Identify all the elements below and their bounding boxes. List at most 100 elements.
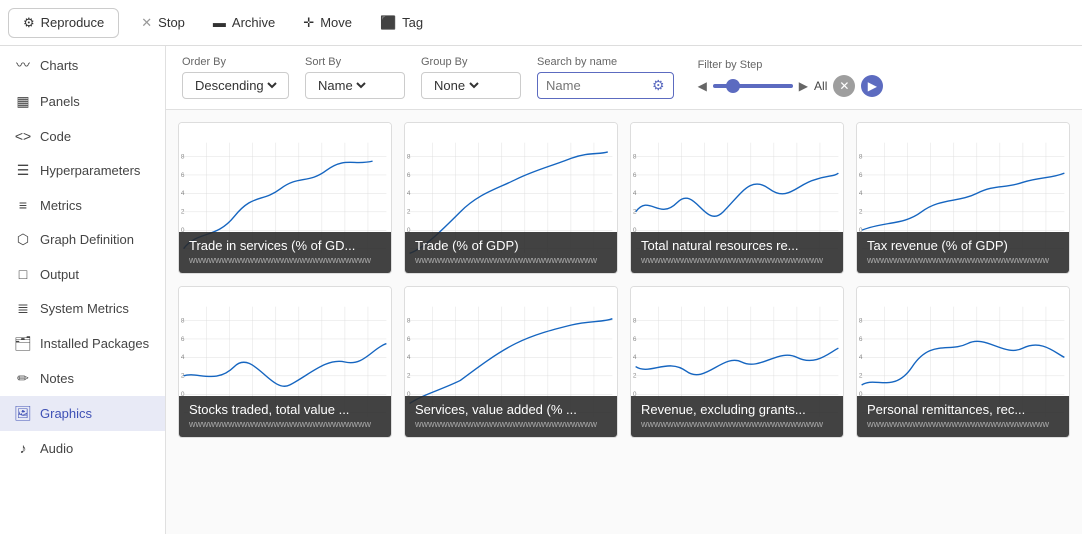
filter-bar: Order By Descending Ascending Sort By Na… bbox=[166, 46, 1082, 110]
chart-canvas: 8 6 4 2 0 Tax revenue (% of GDP) wwwwwww… bbox=[857, 123, 1069, 273]
tag-icon: ⬛ bbox=[380, 15, 396, 31]
step-slider[interactable] bbox=[713, 84, 793, 88]
chart-footer: Tax revenue (% of GDP) wwwwwwwwwwwwwwwww… bbox=[857, 232, 1069, 273]
sidebar-item-audio[interactable]: ♪ Audio bbox=[0, 431, 165, 465]
svg-text:8: 8 bbox=[181, 317, 185, 324]
chart-footer: Personal remittances, rec... wwwwwwwwwww… bbox=[857, 396, 1069, 437]
tag-button[interactable]: ⬛ Tag bbox=[366, 9, 437, 37]
sidebar-label-graphics: Graphics bbox=[40, 406, 92, 421]
stop-button[interactable]: ✕ Stop bbox=[127, 9, 199, 37]
order-by-label: Order By bbox=[182, 56, 289, 68]
sidebar-label-hyperparameters: Hyperparameters bbox=[40, 163, 140, 178]
chart-canvas: 8 6 4 2 0 Personal remittances, rec... w… bbox=[857, 287, 1069, 437]
chart-card[interactable]: 8 6 4 2 0 Trade in services (% of GD... … bbox=[178, 122, 392, 274]
search-input-wrap[interactable]: ⚙ bbox=[537, 72, 674, 99]
chart-card[interactable]: 8 6 4 2 0 Revenue, excluding grants... w… bbox=[630, 286, 844, 438]
chart-title: Trade in services (% of GD... bbox=[189, 238, 381, 253]
group-by-select-wrap[interactable]: None Type Tag bbox=[421, 72, 521, 99]
svg-text:4: 4 bbox=[181, 190, 185, 197]
chart-card[interactable]: 8 6 4 2 0 Trade (% of GDP) wwwwwwwwwwwww… bbox=[404, 122, 618, 274]
sidebar-item-output[interactable]: □ Output bbox=[0, 257, 165, 291]
svg-text:2: 2 bbox=[633, 209, 637, 216]
settings-icon[interactable]: ⚙ bbox=[652, 77, 665, 94]
sidebar-item-graphics[interactable]: 🖼 Graphics bbox=[0, 396, 165, 431]
move-icon: ✛ bbox=[303, 15, 314, 31]
chart-canvas: 8 6 4 2 0 Trade in services (% of GD... … bbox=[179, 123, 391, 273]
chart-footer: Total natural resources re... wwwwwwwwww… bbox=[631, 232, 843, 273]
chart-card[interactable]: 8 6 4 2 0 Services, value added (% ... w… bbox=[404, 286, 618, 438]
chart-canvas: 8 6 4 2 0 Trade (% of GDP) wwwwwwwwwwwww… bbox=[405, 123, 617, 273]
chart-canvas: 8 6 4 2 0 Total natural resources re... … bbox=[631, 123, 843, 273]
svg-text:8: 8 bbox=[633, 153, 637, 160]
sidebar-label-charts: Charts bbox=[40, 58, 78, 73]
svg-text:4: 4 bbox=[633, 354, 637, 361]
move-button[interactable]: ✛ Move bbox=[289, 9, 366, 37]
sidebar-item-charts[interactable]: 〰 Charts bbox=[0, 46, 165, 84]
sidebar-icon-graph-definition: ⬡ bbox=[14, 231, 32, 248]
sidebar-item-graph-definition[interactable]: ⬡ Graph Definition bbox=[0, 222, 165, 257]
sidebar-item-system-metrics[interactable]: ≣ System Metrics bbox=[0, 291, 165, 326]
chart-title: Stocks traded, total value ... bbox=[189, 402, 381, 417]
svg-text:6: 6 bbox=[181, 336, 185, 343]
step-right-arrow[interactable]: ▶ bbox=[799, 79, 808, 93]
chart-footer: Services, value added (% ... wwwwwwwwwww… bbox=[405, 396, 617, 437]
sidebar-item-code[interactable]: <> Code bbox=[0, 119, 165, 153]
sort-by-label: Sort By bbox=[305, 56, 405, 68]
chart-subtitle: wwwwwwwwwwwwwwwwwwwwwwwwwwww bbox=[189, 419, 381, 429]
group-by-label: Group By bbox=[421, 56, 521, 68]
order-by-select[interactable]: Descending Ascending bbox=[191, 77, 280, 94]
step-close-button[interactable]: ✕ bbox=[833, 75, 855, 97]
chart-card[interactable]: 8 6 4 2 0 Total natural resources re... … bbox=[630, 122, 844, 274]
sidebar-icon-system-metrics: ≣ bbox=[14, 300, 32, 317]
svg-text:4: 4 bbox=[181, 354, 185, 361]
toolbar: ⚙ Reproduce ✕ Stop ▬ Archive ✛ Move ⬛ Ta… bbox=[0, 0, 1082, 46]
sidebar-icon-metrics: ≡ bbox=[14, 197, 32, 213]
chart-card[interactable]: 8 6 4 2 0 Personal remittances, rec... w… bbox=[856, 286, 1070, 438]
sort-by-select[interactable]: Name Date Type bbox=[314, 77, 369, 94]
chart-canvas: 8 6 4 2 0 Stocks traded, total value ...… bbox=[179, 287, 391, 437]
step-left-arrow[interactable]: ◀ bbox=[698, 79, 707, 93]
chart-title: Services, value added (% ... bbox=[415, 402, 607, 417]
svg-text:6: 6 bbox=[181, 172, 185, 179]
svg-text:2: 2 bbox=[407, 373, 411, 380]
step-play-button[interactable]: ▶ bbox=[861, 75, 883, 97]
chart-subtitle: wwwwwwwwwwwwwwwwwwwwwwwwwwww bbox=[641, 419, 833, 429]
search-group: Search by name ⚙ bbox=[537, 56, 674, 99]
chart-card[interactable]: 8 6 4 2 0 Stocks traded, total value ...… bbox=[178, 286, 392, 438]
sidebar-label-panels: Panels bbox=[40, 94, 80, 109]
sidebar-icon-output: □ bbox=[14, 266, 32, 282]
svg-text:6: 6 bbox=[407, 336, 411, 343]
main-layout: 〰 Charts ▦ Panels <> Code ☰ Hyperparamet… bbox=[0, 46, 1082, 534]
archive-button[interactable]: ▬ Archive bbox=[199, 9, 289, 36]
content-area: Order By Descending Ascending Sort By Na… bbox=[166, 46, 1082, 534]
svg-text:6: 6 bbox=[859, 172, 863, 179]
reproduce-button[interactable]: ⚙ Reproduce bbox=[8, 8, 119, 38]
sidebar-item-notes[interactable]: ✏ Notes bbox=[0, 361, 165, 396]
sidebar-item-panels[interactable]: ▦ Panels bbox=[0, 84, 165, 119]
sidebar-icon-panels: ▦ bbox=[14, 93, 32, 110]
sidebar-item-metrics[interactable]: ≡ Metrics bbox=[0, 188, 165, 222]
step-controls: ◀ ▶ All ✕ ▶ bbox=[698, 75, 884, 97]
sidebar-item-installed-packages[interactable]: 🗂 Installed Packages bbox=[0, 326, 165, 361]
svg-text:8: 8 bbox=[633, 317, 637, 324]
group-by-select[interactable]: None Type Tag bbox=[430, 77, 482, 94]
svg-text:6: 6 bbox=[859, 336, 863, 343]
order-by-select-wrap[interactable]: Descending Ascending bbox=[182, 72, 289, 99]
sidebar-icon-installed-packages: 🗂 bbox=[14, 335, 32, 352]
chart-footer: Revenue, excluding grants... wwwwwwwwwww… bbox=[631, 396, 843, 437]
sidebar-label-output: Output bbox=[40, 267, 79, 282]
chart-title: Personal remittances, rec... bbox=[867, 402, 1059, 417]
search-label: Search by name bbox=[537, 56, 674, 68]
svg-text:4: 4 bbox=[859, 190, 863, 197]
sidebar-label-installed-packages: Installed Packages bbox=[40, 336, 149, 351]
chart-subtitle: wwwwwwwwwwwwwwwwwwwwwwwwwwww bbox=[641, 255, 833, 265]
chart-card[interactable]: 8 6 4 2 0 Tax revenue (% of GDP) wwwwwww… bbox=[856, 122, 1070, 274]
sidebar-item-hyperparameters[interactable]: ☰ Hyperparameters bbox=[0, 153, 165, 188]
sort-by-select-wrap[interactable]: Name Date Type bbox=[305, 72, 405, 99]
sort-by-group: Sort By Name Date Type bbox=[305, 56, 405, 99]
chart-footer: Trade (% of GDP) wwwwwwwwwwwwwwwwwwwwwww… bbox=[405, 232, 617, 273]
svg-text:4: 4 bbox=[859, 354, 863, 361]
search-input[interactable] bbox=[546, 78, 646, 93]
sidebar-icon-graphics: 🖼 bbox=[14, 405, 32, 422]
svg-text:2: 2 bbox=[181, 209, 185, 216]
